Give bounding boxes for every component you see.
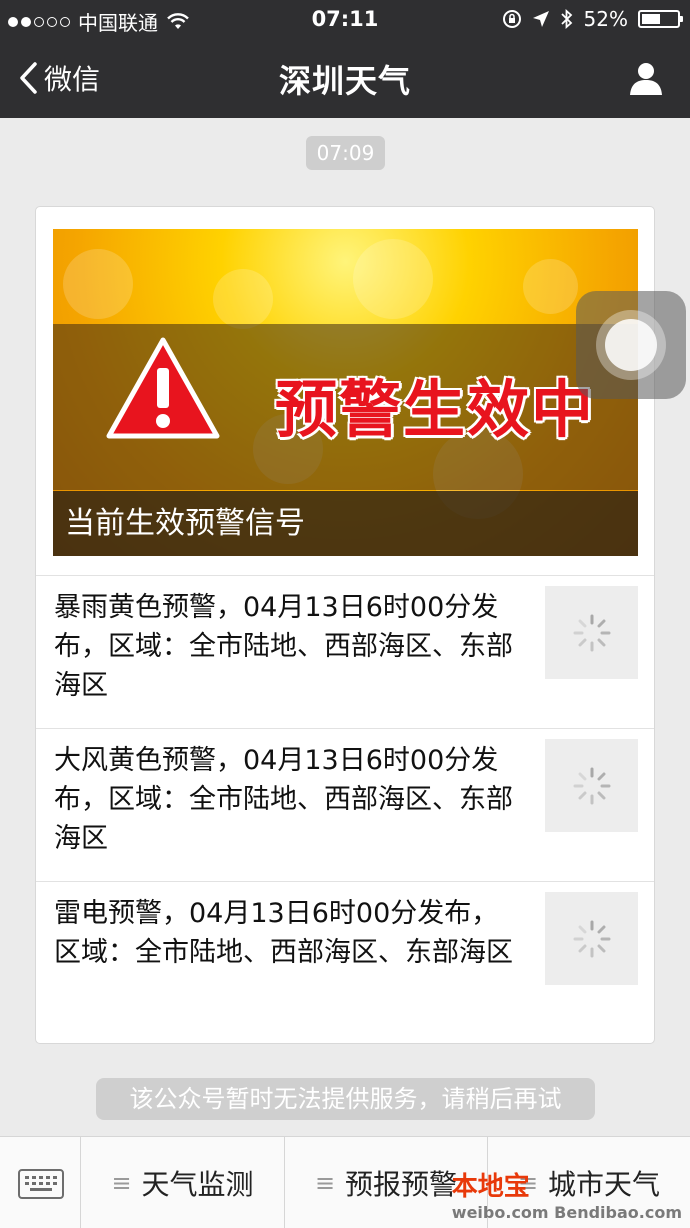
- loading-spinner-icon: [573, 614, 611, 652]
- warning-item-thumbnail: [545, 739, 638, 832]
- warning-item-thumbnail: [545, 586, 638, 679]
- menu-list-icon: ≡: [314, 1168, 336, 1197]
- status-bar: 中国联通 07:11 52%: [0, 0, 690, 40]
- rotation-lock-icon: [502, 10, 521, 28]
- battery-percent: 52%: [583, 7, 628, 31]
- warning-item-text: 大风黄色预警，04月13日6时00分发布，区域：全市陆地、西部海区、东部海区: [54, 745, 513, 854]
- battery-icon: [638, 10, 683, 28]
- status-right: 52%: [502, 7, 683, 31]
- keyboard-toggle-button[interactable]: [0, 1137, 81, 1228]
- banner-caption: 当前生效预警信号: [53, 491, 638, 556]
- warning-item-thumbnail: [545, 892, 638, 985]
- warning-item[interactable]: 大风黄色预警，04月13日6时00分发布，区域：全市陆地、西部海区、东部海区: [36, 728, 654, 880]
- profile-icon[interactable]: [628, 60, 664, 96]
- loading-spinner-icon: [573, 767, 611, 805]
- menu-list-icon: ≡: [111, 1168, 132, 1197]
- watermark-site: weibo.com Bendibao.com: [451, 1203, 682, 1222]
- banner-headline: 预警生效中: [275, 373, 596, 446]
- nav-bar: 微信 深圳天气: [0, 40, 690, 118]
- article-card[interactable]: 预警生效中 当前生效预警信号 暴雨黄色预警，04月13日6时00分发布，区域：全…: [35, 206, 655, 1044]
- page-title: 深圳天气: [278, 62, 411, 100]
- loading-spinner-icon: [573, 920, 611, 958]
- menu-label: 天气监测: [141, 1167, 254, 1201]
- watermark-brand: 本地宝: [451, 1172, 530, 1202]
- keyboard-icon: [18, 1169, 64, 1199]
- watermark: 本地宝 weibo.com Bendibao.com: [452, 1166, 682, 1222]
- warning-triangle-icon: [106, 337, 220, 439]
- message-timestamp: 07:09: [306, 136, 385, 170]
- menu-label: 预报预警: [345, 1167, 458, 1201]
- warning-item-text: 雷电预警，04月13日6时00分发布，区域：全市陆地、西部海区、东部海区: [54, 898, 513, 968]
- menu-weather-monitor[interactable]: ≡ 天气监测: [81, 1137, 285, 1228]
- service-notice: 该公众号暂时无法提供服务，请稍后再试: [96, 1078, 595, 1120]
- location-icon: [532, 11, 549, 27]
- warning-item[interactable]: 暴雨黄色预警，04月13日6时00分发布，区域：全市陆地、西部海区、东部海区: [36, 575, 654, 727]
- bottom-menu-bar: ≡ 天气监测 ≡ 预报预警 ≡ 城市天气 本地宝 weibo.com Bendi…: [0, 1136, 690, 1228]
- warning-item[interactable]: 雷电预警，04月13日6时00分发布，区域：全市陆地、西部海区、东部海区: [36, 881, 654, 1033]
- warning-banner[interactable]: 预警生效中 当前生效预警信号: [53, 229, 638, 556]
- assistive-touch-button[interactable]: [576, 291, 686, 399]
- assistive-touch-core: [605, 319, 657, 371]
- bluetooth-icon: [560, 9, 572, 29]
- warning-item-text: 暴雨黄色预警，04月13日6时00分发布，区域：全市陆地、西部海区、东部海区: [54, 592, 513, 701]
